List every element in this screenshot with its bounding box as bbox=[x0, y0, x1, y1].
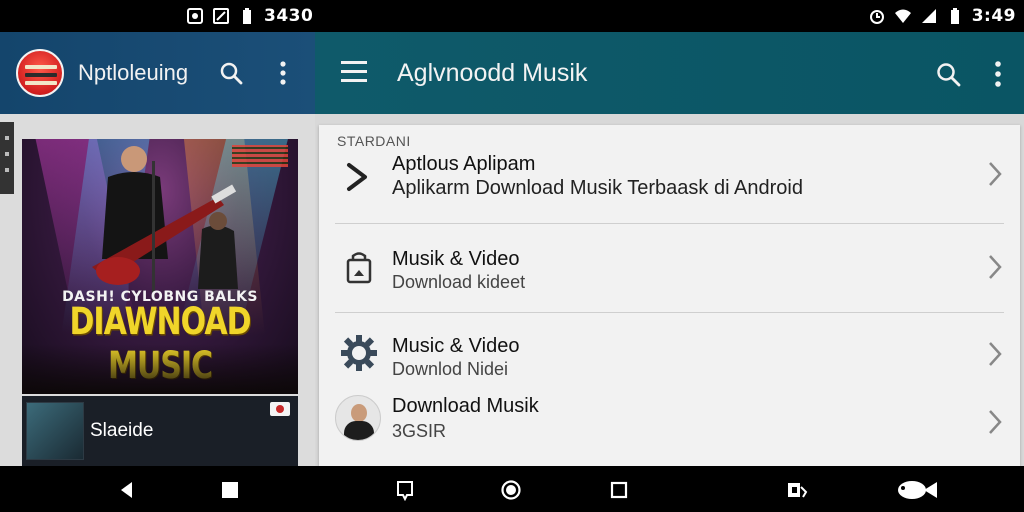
list-item[interactable]: Aptlous Aplipam Aplikarm Download Musik … bbox=[319, 125, 1020, 223]
list-item-title: Musik & Video bbox=[392, 248, 520, 270]
app-list-card: STARDANI Aptlous Aplipam Aplikarm Downlo… bbox=[319, 125, 1020, 466]
thumbnail-image bbox=[26, 402, 84, 460]
notification-icon bbox=[212, 7, 230, 25]
signal-icon bbox=[920, 7, 938, 25]
download-arrow-icon bbox=[339, 157, 379, 197]
cast-icon[interactable] bbox=[786, 479, 808, 501]
list-item-subtitle: Download kideet bbox=[392, 272, 526, 292]
chevron-right-icon bbox=[986, 407, 1004, 437]
more-vert-icon[interactable] bbox=[987, 60, 1009, 88]
left-pane: Nptloleuing DASH! CYLOBNG BALKS DIAWNOAD… bbox=[0, 32, 315, 466]
chevron-right-icon bbox=[986, 339, 1004, 369]
record-badge-icon bbox=[270, 402, 290, 416]
left-app-title: Nptloleuing bbox=[78, 60, 189, 85]
list-item-subtitle: Aplikarm Download Musik Terbaask di Andr… bbox=[392, 177, 803, 199]
poster-banner[interactable]: DASH! CYLOBNG BALKS DIAWNOAD MUSIC bbox=[22, 139, 298, 394]
search-icon[interactable] bbox=[934, 60, 962, 88]
home-icon[interactable] bbox=[500, 479, 522, 501]
right-pane: Aglvnoodd Musik STARDANI Aptlous Aplipam… bbox=[315, 32, 1024, 466]
side-drawer-handle[interactable] bbox=[0, 122, 14, 194]
left-app-bar: Nptloleuing bbox=[0, 32, 315, 114]
fish-icon[interactable] bbox=[892, 479, 940, 501]
right-app-bar: Aglvnoodd Musik bbox=[315, 32, 1024, 114]
list-item[interactable]: Music & Video Downlod Nidei bbox=[319, 313, 1020, 385]
bag-icon bbox=[339, 248, 379, 288]
avatar bbox=[335, 395, 381, 441]
more-vert-icon[interactable] bbox=[272, 60, 294, 86]
status-bar-right: 3:49 bbox=[868, 5, 1016, 27]
list-item-title: Music & Video bbox=[392, 335, 520, 357]
guitarist-figure bbox=[92, 146, 238, 299]
status-time-right: 3:49 bbox=[971, 6, 1016, 26]
bookmark-icon[interactable] bbox=[394, 479, 416, 501]
status-bar-left: 3430 bbox=[186, 5, 313, 27]
thumbnail-label: Slaeide bbox=[90, 420, 154, 441]
square-icon[interactable] bbox=[219, 479, 241, 501]
list-item-title: Download Musik bbox=[392, 395, 539, 417]
list-item[interactable]: Musik & Video Download kideet bbox=[319, 224, 1020, 312]
gear-icon bbox=[339, 333, 379, 373]
back-icon[interactable] bbox=[116, 479, 138, 501]
list-item-title: Aptlous Aplipam bbox=[392, 153, 536, 175]
wifi-icon bbox=[894, 7, 912, 25]
poster-floor bbox=[22, 344, 298, 394]
list-item[interactable]: Download Musik 3GSIR bbox=[319, 385, 1020, 466]
battery-icon bbox=[238, 7, 256, 25]
navigation-bar bbox=[0, 466, 1024, 512]
thumbnail-card[interactable]: Slaeide bbox=[22, 396, 298, 466]
search-icon[interactable] bbox=[218, 60, 244, 86]
battery-icon bbox=[946, 7, 964, 25]
right-app-title: Aglvnoodd Musik bbox=[397, 59, 588, 87]
chevron-right-icon bbox=[986, 252, 1004, 282]
chevron-right-icon bbox=[986, 159, 1004, 189]
alarm-clock-icon bbox=[868, 7, 886, 25]
menu-icon[interactable] bbox=[341, 61, 369, 85]
status-bar: 3430 3:49 bbox=[0, 0, 1024, 32]
status-time-left: 3430 bbox=[264, 6, 314, 26]
app-logo[interactable] bbox=[16, 49, 64, 97]
recents-icon[interactable] bbox=[608, 479, 630, 501]
alarm-icon bbox=[186, 7, 204, 25]
list-item-subtitle: 3GSIR bbox=[392, 421, 447, 441]
list-item-subtitle: Downlod Nidei bbox=[392, 359, 509, 379]
